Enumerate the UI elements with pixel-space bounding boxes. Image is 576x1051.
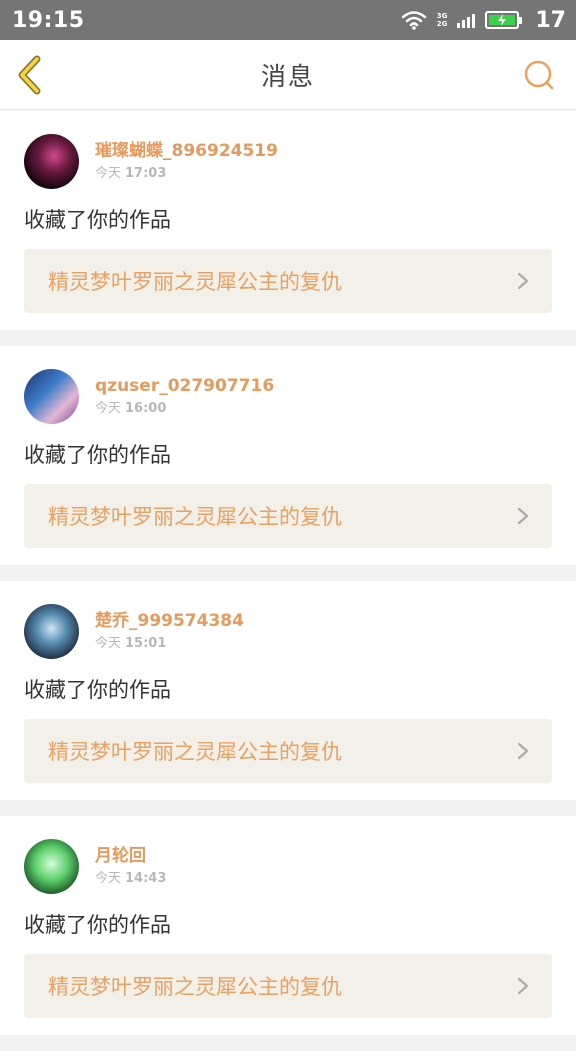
work-title: 精灵梦叶罗丽之灵犀公主的复仇: [48, 740, 342, 764]
work-link[interactable]: 精灵梦叶罗丽之灵犀公主的复仇: [24, 719, 552, 783]
timestamp: 今天 16:00: [95, 400, 167, 416]
username[interactable]: 月轮回: [95, 845, 166, 867]
timestamp: 今天 15:01: [95, 635, 167, 651]
work-title: 精灵梦叶罗丽之灵犀公主的复仇: [48, 505, 342, 529]
avatar[interactable]: [24, 369, 79, 424]
network-type: 3G 2G: [436, 12, 448, 28]
search-icon: [524, 60, 554, 90]
chevron-right-icon: [517, 272, 529, 290]
battery-icon: [485, 11, 523, 29]
chevron-right-icon: [517, 507, 529, 525]
action-text: 收藏了你的作品: [24, 913, 171, 937]
back-button[interactable]: [10, 54, 50, 96]
action-text: 收藏了你的作品: [24, 443, 171, 467]
avatar[interactable]: [24, 134, 79, 189]
timestamp: 今天 14:43: [95, 870, 167, 886]
work-title: 精灵梦叶罗丽之灵犀公主的复仇: [48, 270, 342, 294]
app-header: 消息: [0, 40, 576, 110]
username[interactable]: 璀璨蝴蝶_896924519: [95, 140, 278, 162]
timestamp: 今天 17:03: [95, 165, 167, 181]
work-title: 精灵梦叶罗丽之灵犀公主的复仇: [48, 975, 342, 999]
action-text: 收藏了你的作品: [24, 208, 171, 232]
work-link[interactable]: 精灵梦叶罗丽之灵犀公主的复仇: [24, 954, 552, 1018]
username[interactable]: 楚乔_999574384: [95, 610, 244, 632]
status-bar: 19:15 3G 2G 17: [0, 0, 576, 40]
chevron-left-icon: [18, 55, 41, 95]
action-text: 收藏了你的作品: [24, 678, 171, 702]
chevron-right-icon: [517, 977, 529, 995]
work-link[interactable]: 精灵梦叶罗丽之灵犀公主的复仇: [24, 484, 552, 548]
message-card: 璀璨蝴蝶_896924519 今天 17:03 收藏了你的作品 精灵梦叶罗丽之灵犀…: [0, 111, 576, 330]
username[interactable]: qzuser_027907716: [95, 375, 274, 397]
battery-level: 17: [535, 7, 566, 33]
signal-icon: [457, 12, 476, 28]
message-card: 月轮回 今天 14:43 收藏了你的作品 精灵梦叶罗丽之灵犀公主的复仇: [0, 816, 576, 1035]
avatar[interactable]: [24, 604, 79, 659]
message-card: 楚乔_999574384 今天 15:01 收藏了你的作品 精灵梦叶罗丽之灵犀公主…: [0, 581, 576, 800]
wifi-icon: [401, 11, 426, 30]
status-icons: 3G 2G 17: [401, 8, 566, 33]
message-list: 璀璨蝴蝶_896924519 今天 17:03 收藏了你的作品 精灵梦叶罗丽之灵犀…: [0, 111, 576, 1051]
avatar[interactable]: [24, 839, 79, 894]
message-card: qzuser_027907716 今天 16:00 收藏了你的作品 精灵梦叶罗丽之…: [0, 346, 576, 565]
work-link[interactable]: 精灵梦叶罗丽之灵犀公主的复仇: [24, 249, 552, 313]
status-time: 19:15: [12, 7, 85, 33]
search-button[interactable]: [520, 56, 558, 94]
page-title: 消息: [260, 61, 315, 91]
chevron-right-icon: [517, 742, 529, 760]
